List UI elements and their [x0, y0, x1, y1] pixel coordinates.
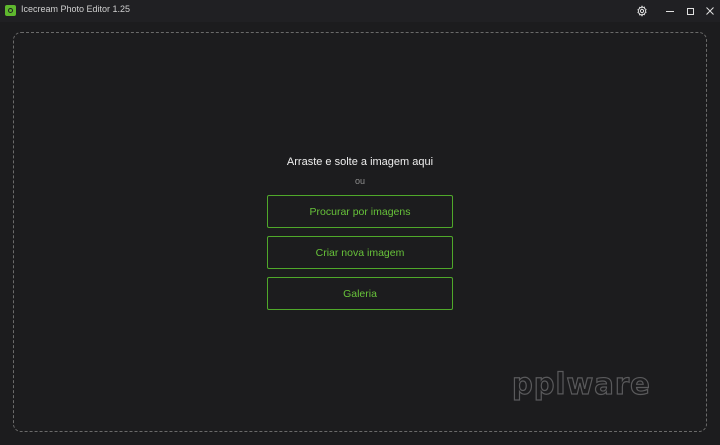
window-title: Icecream Photo Editor 1.25	[21, 4, 131, 14]
close-icon	[706, 7, 714, 15]
close-button[interactable]	[700, 0, 720, 22]
watermark-logo: pplware	[511, 366, 651, 401]
browse-images-button[interactable]: Procurar por imagens	[267, 195, 453, 228]
drop-zone-title: Arraste e solte a imagem aqui	[286, 156, 434, 168]
create-new-image-button[interactable]: Criar nova imagem	[267, 236, 453, 269]
minimize-icon	[666, 10, 674, 12]
app-camera-icon	[5, 5, 16, 16]
minimize-button[interactable]	[660, 0, 680, 22]
or-separator: ou	[354, 176, 365, 186]
maximize-icon	[686, 7, 694, 15]
title-bar: Icecream Photo Editor 1.25	[0, 0, 720, 22]
maximize-button[interactable]	[680, 0, 700, 22]
gallery-button[interactable]: Galeria	[267, 277, 453, 310]
settings-button[interactable]	[632, 0, 652, 22]
gear-icon	[637, 5, 647, 17]
